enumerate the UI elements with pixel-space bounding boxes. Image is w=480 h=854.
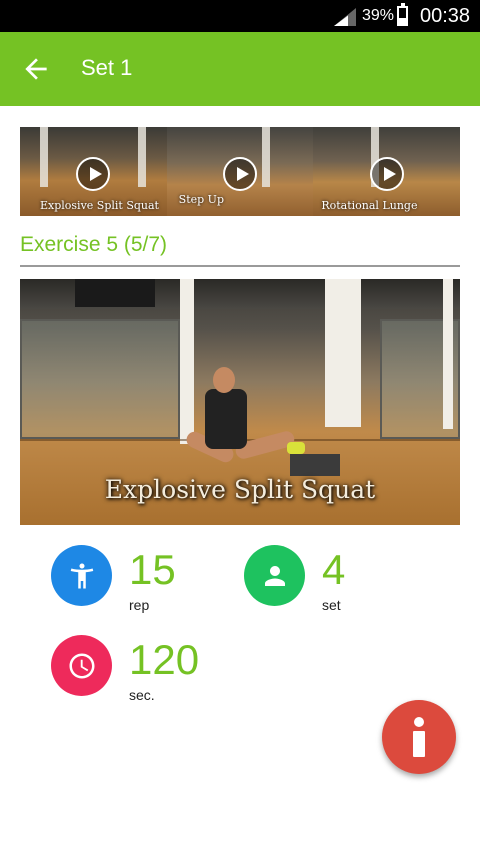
clock-icon xyxy=(51,635,112,696)
thumbnail-label: Explosive Split Squat xyxy=(40,199,159,212)
reps-value: 15 xyxy=(129,546,176,593)
person-icon xyxy=(51,545,112,606)
reps-unit: rep xyxy=(129,597,150,613)
arrow-left-icon[interactable] xyxy=(20,53,52,85)
play-icon[interactable] xyxy=(369,157,404,191)
thumbnail-label: Step Up xyxy=(178,193,224,206)
exercise-thumbnail[interactable]: Explosive Split Squat xyxy=(20,127,167,216)
video-caption: Explosive Split Squat xyxy=(104,475,376,504)
thumbnail-label: Rotational Lunge xyxy=(321,199,418,212)
page-title: Set 1 xyxy=(81,55,133,80)
exercise-thumbnail[interactable]: Step Up xyxy=(166,127,314,216)
exercise-title: Exercise 5 (5/7) xyxy=(20,233,168,256)
signal-icon xyxy=(334,8,356,26)
exercise-thumbnail-strip: Explosive Split Squat Step Up Rotational… xyxy=(20,127,460,216)
reps-stat: 15 rep xyxy=(51,545,221,615)
account-icon xyxy=(244,545,305,606)
exercise-thumbnail[interactable]: Rotational Lunge xyxy=(313,127,460,216)
battery-percent: 39% xyxy=(362,7,395,24)
exercise-video[interactable]: Explosive Split Squat xyxy=(20,279,460,525)
sets-stat: 4 set xyxy=(244,545,414,615)
rest-stat: 120 sec. xyxy=(51,635,251,705)
battery-icon xyxy=(397,3,408,26)
clock: 00:38 xyxy=(420,5,471,27)
divider xyxy=(20,265,460,267)
play-icon[interactable] xyxy=(223,157,257,191)
play-icon[interactable] xyxy=(76,157,111,191)
rest-value: 120 xyxy=(129,636,200,683)
app-toolbar: Set 1 xyxy=(0,32,480,106)
rest-unit: sec. xyxy=(129,687,155,703)
sets-unit: set xyxy=(322,597,341,613)
sets-value: 4 xyxy=(322,546,346,593)
info-icon xyxy=(413,717,425,757)
status-bar: 39% 00:38 xyxy=(0,0,480,32)
info-button[interactable] xyxy=(382,700,456,774)
